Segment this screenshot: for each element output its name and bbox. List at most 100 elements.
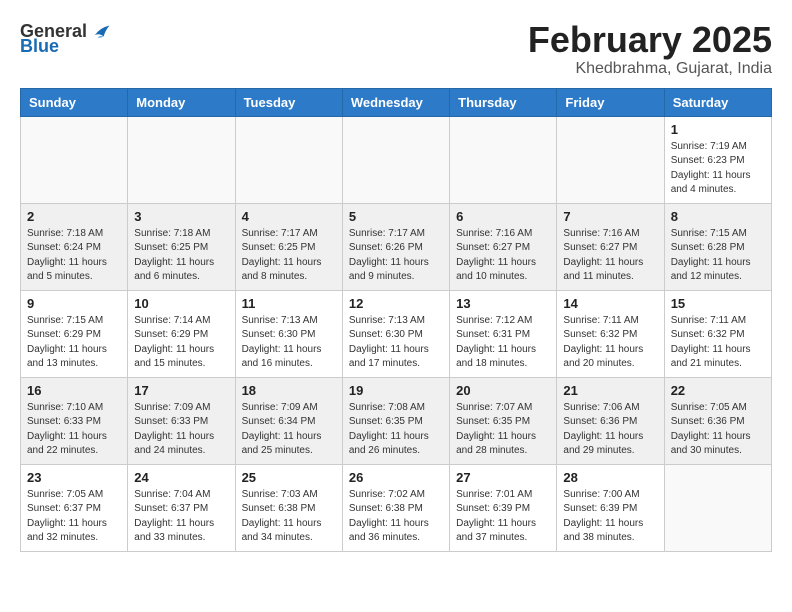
day-info: Sunrise: 7:18 AM Sunset: 6:24 PM Dayligh… (27, 227, 121, 285)
day-number: 27 (456, 470, 550, 485)
calendar-table: SundayMondayTuesdayWednesdayThursdayFrid… (20, 88, 772, 552)
day-info: Sunrise: 7:17 AM Sunset: 6:25 PM Dayligh… (242, 227, 336, 285)
day-number: 5 (349, 209, 443, 224)
day-info: Sunrise: 7:16 AM Sunset: 6:27 PM Dayligh… (563, 227, 657, 285)
day-info: Sunrise: 7:15 AM Sunset: 6:28 PM Dayligh… (671, 227, 765, 285)
calendar-day-cell: 22 Sunrise: 7:05 AM Sunset: 6:36 PM Dayli… (664, 377, 771, 464)
day-info: Sunrise: 7:19 AM Sunset: 6:23 PM Dayligh… (671, 140, 765, 198)
weekday-header: Monday (128, 88, 235, 116)
calendar-day-cell: 3 Sunrise: 7:18 AM Sunset: 6:25 PM Daylig… (128, 203, 235, 290)
calendar-day-cell (450, 116, 557, 203)
day-number: 15 (671, 296, 765, 311)
title-block: February 2025 Khedbrahma, Gujarat, India (528, 20, 772, 78)
calendar-day-cell: 7 Sunrise: 7:16 AM Sunset: 6:27 PM Daylig… (557, 203, 664, 290)
page-header: General Blue February 2025 Khedbrahma, G… (20, 20, 772, 78)
day-number: 26 (349, 470, 443, 485)
calendar-day-cell: 12 Sunrise: 7:13 AM Sunset: 6:30 PM Dayli… (342, 290, 449, 377)
day-number: 1 (671, 122, 765, 137)
weekday-header: Tuesday (235, 88, 342, 116)
calendar-day-cell: 8 Sunrise: 7:15 AM Sunset: 6:28 PM Daylig… (664, 203, 771, 290)
day-info: Sunrise: 7:13 AM Sunset: 6:30 PM Dayligh… (349, 314, 443, 372)
calendar-day-cell: 13 Sunrise: 7:12 AM Sunset: 6:31 PM Dayli… (450, 290, 557, 377)
calendar-day-cell: 17 Sunrise: 7:09 AM Sunset: 6:33 PM Dayli… (128, 377, 235, 464)
day-number: 20 (456, 383, 550, 398)
calendar-day-cell: 28 Sunrise: 7:00 AM Sunset: 6:39 PM Dayli… (557, 464, 664, 551)
calendar-header-row: SundayMondayTuesdayWednesdayThursdayFrid… (21, 88, 772, 116)
calendar-day-cell: 27 Sunrise: 7:01 AM Sunset: 6:39 PM Dayli… (450, 464, 557, 551)
calendar-day-cell (21, 116, 128, 203)
calendar-day-cell: 21 Sunrise: 7:06 AM Sunset: 6:36 PM Dayli… (557, 377, 664, 464)
day-info: Sunrise: 7:15 AM Sunset: 6:29 PM Dayligh… (27, 314, 121, 372)
day-info: Sunrise: 7:13 AM Sunset: 6:30 PM Dayligh… (242, 314, 336, 372)
calendar-week-row: 1 Sunrise: 7:19 AM Sunset: 6:23 PM Daylig… (21, 116, 772, 203)
calendar-day-cell: 4 Sunrise: 7:17 AM Sunset: 6:25 PM Daylig… (235, 203, 342, 290)
day-info: Sunrise: 7:05 AM Sunset: 6:36 PM Dayligh… (671, 401, 765, 459)
day-number: 25 (242, 470, 336, 485)
calendar-day-cell (128, 116, 235, 203)
calendar-day-cell: 15 Sunrise: 7:11 AM Sunset: 6:32 PM Dayli… (664, 290, 771, 377)
calendar-day-cell: 14Sunrise: 7:11 AM Sunset: 6:32 PM Dayli… (557, 290, 664, 377)
day-info: Sunrise: 7:08 AM Sunset: 6:35 PM Dayligh… (349, 401, 443, 459)
calendar-day-cell: 1 Sunrise: 7:19 AM Sunset: 6:23 PM Daylig… (664, 116, 771, 203)
day-info: Sunrise: 7:16 AM Sunset: 6:27 PM Dayligh… (456, 227, 550, 285)
day-info: Sunrise: 7:09 AM Sunset: 6:33 PM Dayligh… (134, 401, 228, 459)
calendar-day-cell: 26 Sunrise: 7:02 AM Sunset: 6:38 PM Dayli… (342, 464, 449, 551)
calendar-day-cell: 24 Sunrise: 7:04 AM Sunset: 6:37 PM Dayli… (128, 464, 235, 551)
logo-bird-icon (89, 20, 111, 42)
day-number: 9 (27, 296, 121, 311)
day-info: Sunrise: 7:14 AM Sunset: 6:29 PM Dayligh… (134, 314, 228, 372)
day-info: Sunrise: 7:03 AM Sunset: 6:38 PM Dayligh… (242, 488, 336, 546)
day-number: 8 (671, 209, 765, 224)
calendar-week-row: 16Sunrise: 7:10 AM Sunset: 6:33 PM Dayli… (21, 377, 772, 464)
day-info: Sunrise: 7:00 AM Sunset: 6:39 PM Dayligh… (563, 488, 657, 546)
day-number: 28 (563, 470, 657, 485)
day-number: 12 (349, 296, 443, 311)
day-number: 13 (456, 296, 550, 311)
day-info: Sunrise: 7:02 AM Sunset: 6:38 PM Dayligh… (349, 488, 443, 546)
day-number: 3 (134, 209, 228, 224)
calendar-day-cell (664, 464, 771, 551)
day-number: 19 (349, 383, 443, 398)
day-number: 6 (456, 209, 550, 224)
day-info: Sunrise: 7:01 AM Sunset: 6:39 PM Dayligh… (456, 488, 550, 546)
calendar-day-cell: 11 Sunrise: 7:13 AM Sunset: 6:30 PM Dayli… (235, 290, 342, 377)
calendar-day-cell: 20Sunrise: 7:07 AM Sunset: 6:35 PM Dayli… (450, 377, 557, 464)
weekday-header: Wednesday (342, 88, 449, 116)
day-info: Sunrise: 7:04 AM Sunset: 6:37 PM Dayligh… (134, 488, 228, 546)
calendar-day-cell: 10 Sunrise: 7:14 AM Sunset: 6:29 PM Dayli… (128, 290, 235, 377)
calendar-week-row: 23 Sunrise: 7:05 AM Sunset: 6:37 PM Dayli… (21, 464, 772, 551)
day-number: 7 (563, 209, 657, 224)
day-number: 21 (563, 383, 657, 398)
day-info: Sunrise: 7:18 AM Sunset: 6:25 PM Dayligh… (134, 227, 228, 285)
day-number: 24 (134, 470, 228, 485)
day-info: Sunrise: 7:11 AM Sunset: 6:32 PM Dayligh… (563, 314, 657, 372)
calendar-day-cell: 19 Sunrise: 7:08 AM Sunset: 6:35 PM Dayli… (342, 377, 449, 464)
month-title: February 2025 (528, 20, 772, 60)
day-number: 10 (134, 296, 228, 311)
day-number: 11 (242, 296, 336, 311)
calendar-day-cell (235, 116, 342, 203)
calendar-day-cell: 2Sunrise: 7:18 AM Sunset: 6:24 PM Daylig… (21, 203, 128, 290)
calendar-day-cell: 23 Sunrise: 7:05 AM Sunset: 6:37 PM Dayli… (21, 464, 128, 551)
calendar-day-cell (557, 116, 664, 203)
calendar-week-row: 2Sunrise: 7:18 AM Sunset: 6:24 PM Daylig… (21, 203, 772, 290)
day-info: Sunrise: 7:17 AM Sunset: 6:26 PM Dayligh… (349, 227, 443, 285)
weekday-header: Saturday (664, 88, 771, 116)
weekday-header: Thursday (450, 88, 557, 116)
day-info: Sunrise: 7:12 AM Sunset: 6:31 PM Dayligh… (456, 314, 550, 372)
day-number: 17 (134, 383, 228, 398)
day-number: 18 (242, 383, 336, 398)
calendar-week-row: 9 Sunrise: 7:15 AM Sunset: 6:29 PM Daylig… (21, 290, 772, 377)
day-info: Sunrise: 7:09 AM Sunset: 6:34 PM Dayligh… (242, 401, 336, 459)
calendar-day-cell: 9 Sunrise: 7:15 AM Sunset: 6:29 PM Daylig… (21, 290, 128, 377)
day-info: Sunrise: 7:06 AM Sunset: 6:36 PM Dayligh… (563, 401, 657, 459)
logo: General Blue (20, 20, 111, 57)
day-number: 23 (27, 470, 121, 485)
day-number: 22 (671, 383, 765, 398)
calendar-day-cell: 16Sunrise: 7:10 AM Sunset: 6:33 PM Dayli… (21, 377, 128, 464)
calendar-day-cell: 6 Sunrise: 7:16 AM Sunset: 6:27 PM Daylig… (450, 203, 557, 290)
day-number: 4 (242, 209, 336, 224)
day-info: Sunrise: 7:11 AM Sunset: 6:32 PM Dayligh… (671, 314, 765, 372)
weekday-header: Friday (557, 88, 664, 116)
day-info: Sunrise: 7:05 AM Sunset: 6:37 PM Dayligh… (27, 488, 121, 546)
